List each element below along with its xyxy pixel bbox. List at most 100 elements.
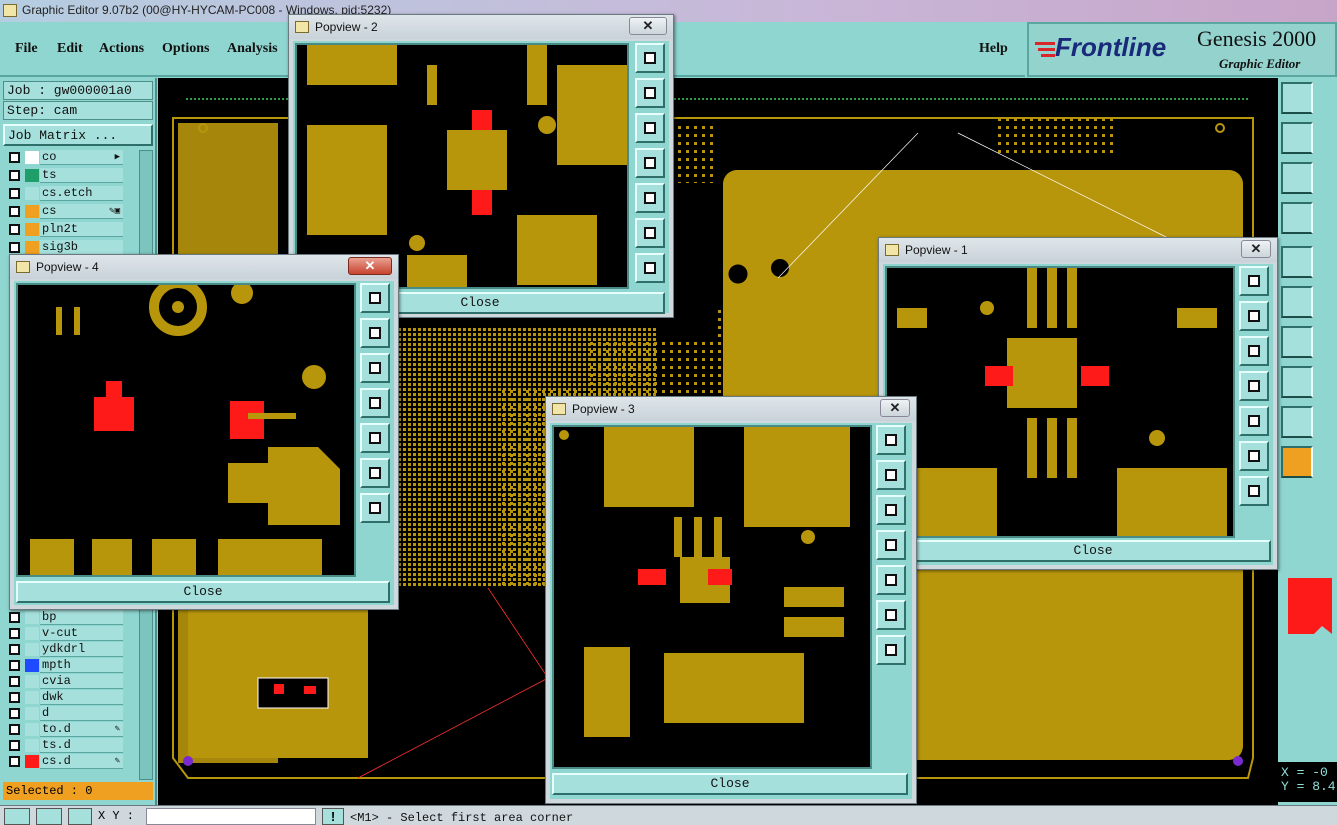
popview-center-icon[interactable]	[1239, 476, 1269, 506]
layer-row[interactable]: v-cut	[5, 626, 125, 641]
layer-row[interactable]: d	[5, 706, 125, 721]
popview-3-close-button[interactable]: Close	[552, 773, 908, 795]
popview-1-viewport[interactable]	[885, 266, 1235, 538]
popview-zoom-all-icon[interactable]	[635, 218, 665, 248]
layer-color-swatch[interactable]	[25, 241, 39, 254]
popview-zoom-down-icon[interactable]	[360, 353, 390, 383]
popview-zoom-all-icon[interactable]	[360, 458, 390, 488]
popview-zoom-up-icon[interactable]	[635, 78, 665, 108]
popview-3-titlebar[interactable]: Popview - 3 ✕	[546, 397, 916, 421]
select-tool-icon[interactable]	[1281, 246, 1313, 278]
popview-center-icon[interactable]	[360, 493, 390, 523]
layer-checkbox[interactable]	[9, 724, 20, 735]
layer-checkbox[interactable]	[9, 224, 20, 235]
layer-checkbox[interactable]	[9, 188, 20, 199]
popview-4-close-icon[interactable]: ✕	[348, 257, 392, 275]
popview-zoom-all-icon[interactable]	[1239, 441, 1269, 471]
layer-color-swatch[interactable]	[25, 205, 39, 218]
popview-zoom-up-icon[interactable]	[1239, 301, 1269, 331]
job-matrix-button[interactable]: Job Matrix ...	[3, 124, 153, 146]
layer-checkbox[interactable]	[9, 660, 20, 671]
cross-tool-icon[interactable]	[36, 808, 62, 825]
layer-color-swatch[interactable]	[25, 169, 39, 182]
layer-checkbox[interactable]	[9, 206, 20, 217]
popview-1-titlebar[interactable]: Popview - 1 ✕	[879, 238, 1277, 262]
resize-tool-icon[interactable]	[4, 808, 30, 825]
draw-pad-tool-icon[interactable]	[1281, 366, 1313, 398]
zoom-fit-tool-icon[interactable]	[1281, 162, 1313, 194]
layer-row[interactable]: ts	[5, 168, 125, 183]
layer-row[interactable]: mpth	[5, 658, 125, 673]
popview-zoom-up-icon[interactable]	[360, 318, 390, 348]
layer-color-swatch[interactable]	[25, 691, 39, 704]
layer-color-swatch[interactable]	[25, 755, 39, 768]
popview-pan-left-icon[interactable]	[635, 148, 665, 178]
popview-1-close-icon[interactable]: ✕	[1241, 240, 1271, 258]
popview-zoom-up-icon[interactable]	[876, 460, 906, 490]
layer-color-swatch[interactable]	[25, 675, 39, 688]
layer-row[interactable]: to.d ✎	[5, 722, 125, 737]
popview-zoom-all-icon[interactable]	[876, 600, 906, 630]
layer-checkbox[interactable]	[9, 708, 20, 719]
layer-checkbox[interactable]	[9, 756, 20, 767]
popview-zoom-down-icon[interactable]	[876, 495, 906, 525]
pointer-tool-icon[interactable]	[1281, 446, 1313, 478]
layer-checkbox[interactable]	[9, 628, 20, 639]
popview-center-icon[interactable]	[876, 635, 906, 665]
layer-color-swatch[interactable]	[25, 707, 39, 720]
layer-checkbox[interactable]	[9, 612, 20, 623]
layer-row[interactable]: cs ✎▣	[5, 204, 125, 219]
menu-help[interactable]: Help	[979, 41, 1008, 57]
layer-checkbox[interactable]	[9, 242, 20, 253]
popview-fit-icon[interactable]	[360, 283, 390, 313]
popview-2-viewport[interactable]	[295, 43, 629, 289]
layer-color-swatch[interactable]	[25, 611, 39, 624]
popview-pan-right-icon[interactable]	[876, 565, 906, 595]
layer-color-swatch[interactable]	[25, 627, 39, 640]
menu-options[interactable]: Options	[162, 41, 209, 57]
popview-zoom-down-icon[interactable]	[1239, 336, 1269, 366]
layer-checkbox[interactable]	[9, 692, 20, 703]
layer-color-swatch[interactable]	[25, 723, 39, 736]
layer-row[interactable]: co ▶	[5, 150, 125, 165]
layer-row[interactable]: sig3b	[5, 240, 125, 255]
popview-4-close-button[interactable]: Close	[16, 581, 390, 603]
popview-pan-left-icon[interactable]	[360, 388, 390, 418]
layer-row[interactable]: bp	[5, 610, 125, 625]
popview-zoom-down-icon[interactable]	[635, 113, 665, 143]
popview-fit-icon[interactable]	[635, 43, 665, 73]
layer-row[interactable]: cvia	[5, 674, 125, 689]
popview-pan-right-icon[interactable]	[360, 423, 390, 453]
popview-pan-right-icon[interactable]	[635, 183, 665, 213]
xy-input[interactable]	[146, 808, 316, 825]
zoom-in-tool-icon[interactable]	[1281, 82, 1313, 114]
layer-row[interactable]: pln2t	[5, 222, 125, 237]
layer-row[interactable]: dwk	[5, 690, 125, 705]
popview-center-icon[interactable]	[635, 253, 665, 283]
menu-edit[interactable]: Edit	[57, 41, 83, 57]
menu-actions[interactable]: Actions	[99, 41, 144, 57]
grid-tool-icon[interactable]	[68, 808, 92, 825]
layer-checkbox[interactable]	[9, 740, 20, 751]
popview-fit-icon[interactable]	[876, 425, 906, 455]
measure-tool-icon[interactable]	[1281, 202, 1313, 234]
menu-analysis[interactable]: Analysis	[227, 41, 278, 57]
menu-file[interactable]: File	[15, 41, 38, 57]
popview-pan-left-icon[interactable]	[876, 530, 906, 560]
pan-left-tool-icon[interactable]	[1281, 122, 1313, 154]
popview-2-titlebar[interactable]: Popview - 2 ✕	[289, 15, 673, 39]
popview-pan-left-icon[interactable]	[1239, 371, 1269, 401]
popview-1-close-button[interactable]: Close	[915, 540, 1271, 562]
layer-color-swatch[interactable]	[25, 739, 39, 752]
layer-color-swatch[interactable]	[25, 643, 39, 656]
layer-color-swatch[interactable]	[25, 223, 39, 236]
layer-color-swatch[interactable]	[25, 187, 39, 200]
popview-2-close-icon[interactable]: ✕	[629, 17, 667, 35]
draw-arc-tool-icon[interactable]	[1281, 406, 1313, 438]
layer-row[interactable]: cs.d ✎	[5, 754, 125, 769]
layer-checkbox[interactable]	[9, 152, 20, 163]
layer-checkbox[interactable]	[9, 644, 20, 655]
layer-row[interactable]: ydkdrl	[5, 642, 125, 657]
layer-row[interactable]: cs.etch	[5, 186, 125, 201]
popview-4-viewport[interactable]	[16, 283, 356, 577]
